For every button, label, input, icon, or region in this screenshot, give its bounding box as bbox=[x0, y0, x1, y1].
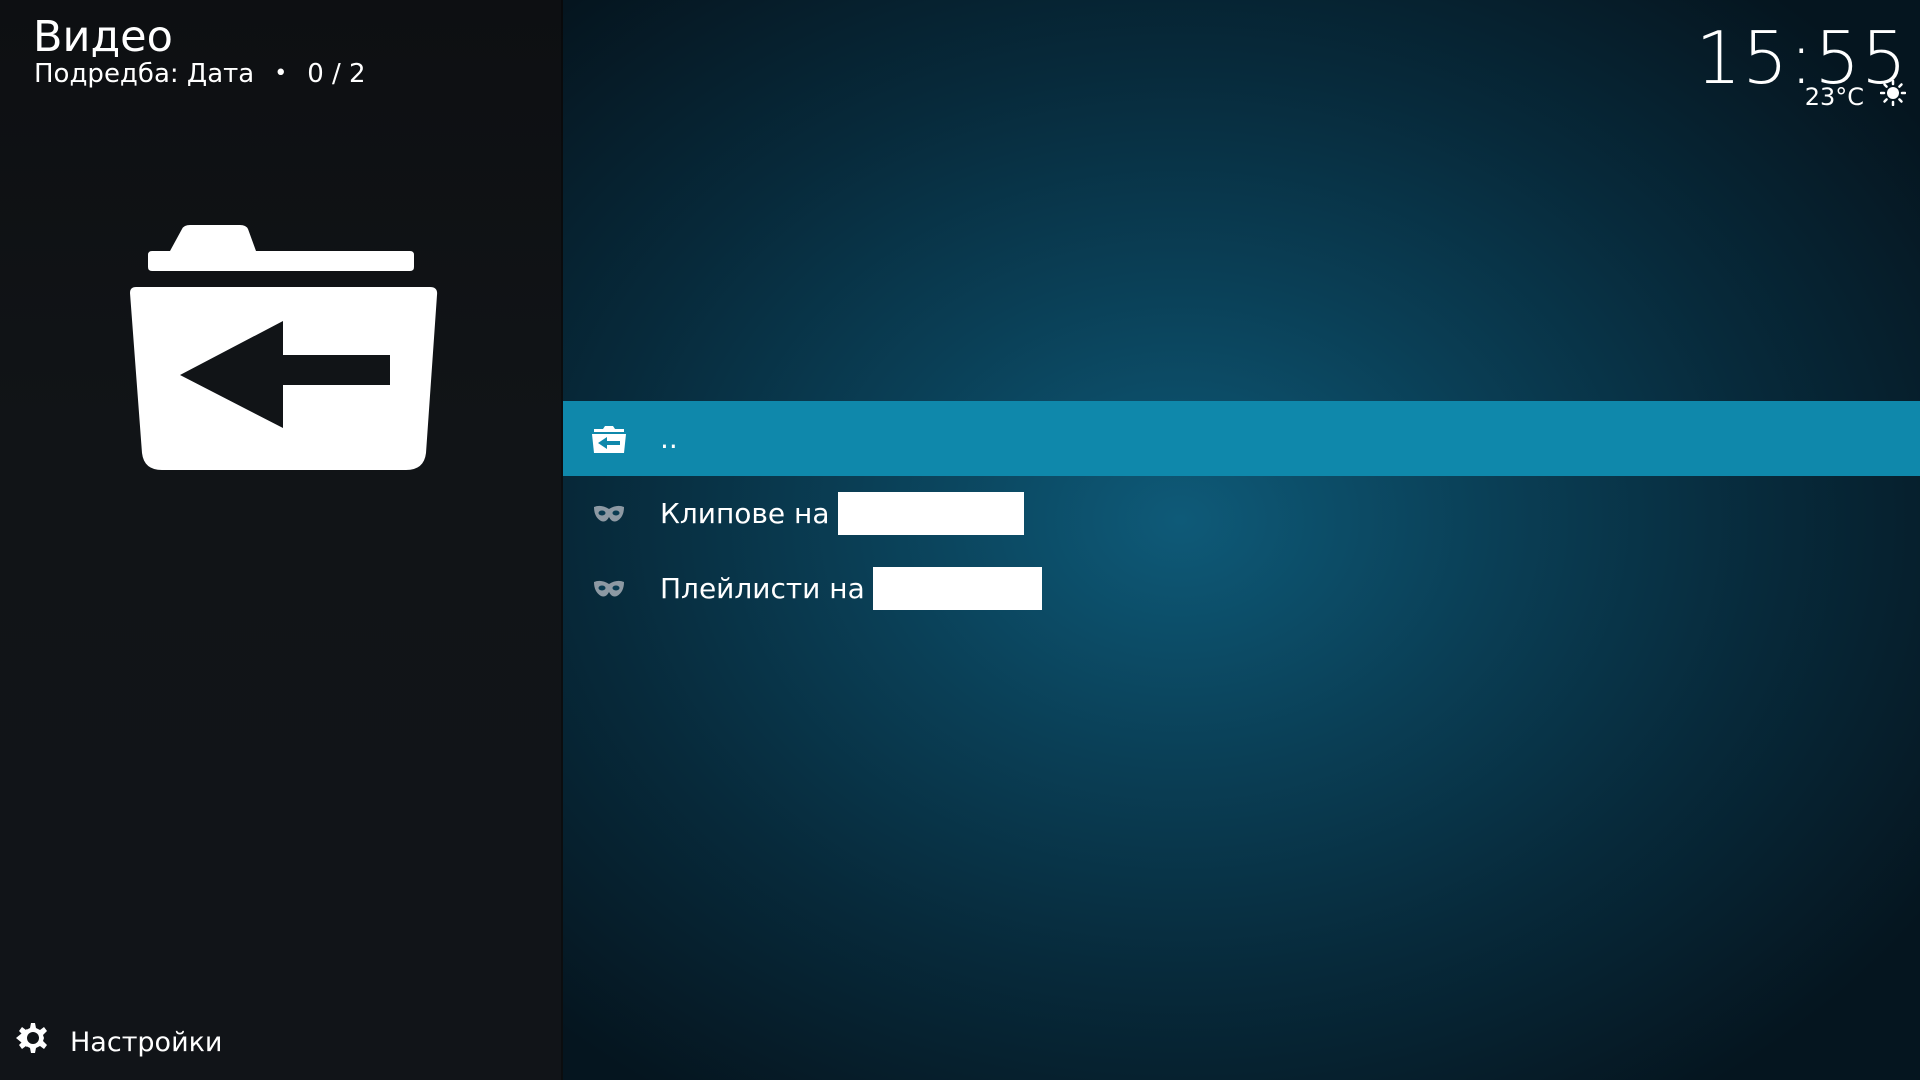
settings-label: Настройки bbox=[70, 1026, 223, 1058]
weather-info: 23°C bbox=[1804, 79, 1907, 113]
list-item-clips[interactable]: Клипове на bbox=[563, 476, 1920, 551]
item-count: 0 / 2 bbox=[307, 59, 366, 89]
list-item-playlists[interactable]: Плейлисти на bbox=[563, 551, 1920, 626]
video-browser-screen: Видео Подредба: Дата • 0 / 2 Настройки 1… bbox=[0, 0, 1920, 1080]
list-item-label: Клипове на bbox=[660, 492, 1024, 535]
left-panel: Видео Подредба: Дата • 0 / 2 Настройки bbox=[0, 0, 563, 1080]
separator: • bbox=[274, 61, 288, 86]
list-item-text: Клипове на bbox=[660, 496, 830, 530]
list-item-label: .. bbox=[660, 421, 678, 455]
folder-back-icon bbox=[591, 424, 627, 454]
mask-icon bbox=[591, 499, 627, 529]
sort-info: Подредба: Дата • 0 / 2 bbox=[34, 58, 366, 90]
settings-button[interactable]: Настройки bbox=[14, 1021, 222, 1064]
sun-icon bbox=[1879, 79, 1907, 113]
sort-label[interactable]: Подредба: Дата bbox=[34, 58, 254, 90]
settings-icon bbox=[14, 1021, 48, 1064]
page-title: Видео bbox=[33, 12, 173, 62]
redacted-name bbox=[837, 492, 1024, 535]
list-item-text: Плейлисти на bbox=[660, 571, 865, 605]
list-item-label: Плейлисти на bbox=[660, 567, 1042, 610]
folder-back-icon bbox=[130, 225, 438, 470]
file-list: .. Клипове на Плейлисти на bbox=[563, 401, 1920, 626]
mask-icon bbox=[591, 574, 627, 604]
list-item-parent-folder[interactable]: .. bbox=[563, 401, 1920, 476]
redacted-name bbox=[872, 567, 1042, 610]
temperature: 23°C bbox=[1804, 82, 1864, 111]
